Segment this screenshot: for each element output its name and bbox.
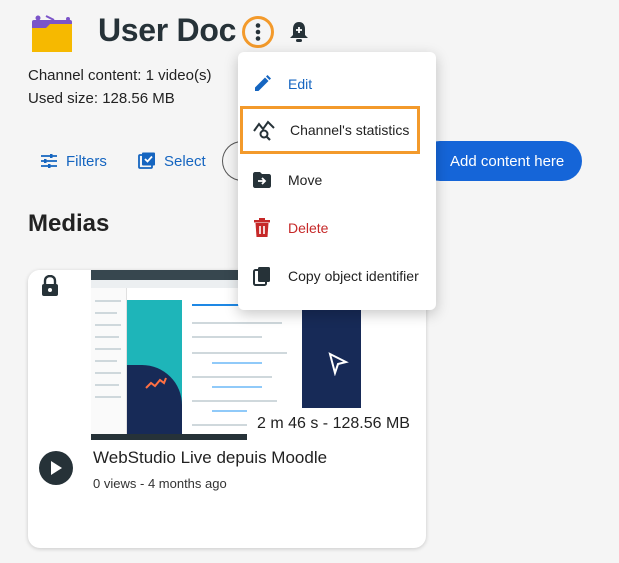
select-label: Select <box>164 152 206 170</box>
menu-item-label: Move <box>288 172 323 188</box>
notification-bell-button[interactable] <box>288 20 310 44</box>
menu-item-move[interactable]: Move <box>238 156 436 204</box>
select-check-icon <box>138 152 155 169</box>
menu-item-edit[interactable]: Edit <box>238 60 436 108</box>
add-content-label: Add content here <box>450 152 565 170</box>
decorative-zigzag-icon <box>145 377 167 389</box>
channel-content-count: Channel content: 1 video(s) <box>28 67 212 84</box>
folder-icon <box>28 14 76 54</box>
lock-icon <box>42 275 58 296</box>
media-title[interactable]: WebStudio Live depuis Moodle <box>93 448 327 468</box>
private-badge <box>28 270 72 302</box>
drive-file-move-icon <box>250 168 274 192</box>
trash-icon <box>250 216 274 240</box>
media-views: 0 views <box>93 476 137 491</box>
bell-plus-icon <box>290 22 308 42</box>
menu-item-label: Copy object identifier <box>288 268 419 284</box>
media-duration-size: 2 m 46 s - 128.56 MB <box>247 408 420 440</box>
select-button[interactable]: Select <box>138 146 206 176</box>
menu-item-label: Channel's statistics <box>290 122 410 138</box>
more-vert-icon <box>255 23 261 41</box>
menu-item-label: Delete <box>288 220 329 236</box>
media-separator: - <box>139 476 148 491</box>
more-options-button[interactable] <box>242 16 274 48</box>
menu-item-copy-identifier[interactable]: Copy object identifier <box>238 252 436 300</box>
pencil-icon <box>250 72 274 96</box>
channel-meta: Channel content: 1 video(s) Used size: 1… <box>28 64 211 110</box>
play-button[interactable] <box>39 451 73 485</box>
add-content-button[interactable]: Add content here <box>420 141 582 181</box>
filters-button[interactable]: Filters <box>40 146 107 176</box>
filters-label: Filters <box>66 152 107 170</box>
tune-icon <box>41 154 57 168</box>
page-title: User Doc <box>98 12 237 48</box>
menu-item-channel-statistics[interactable]: Channel's statistics <box>240 106 420 154</box>
copy-icon <box>250 264 274 288</box>
query-stats-icon <box>252 118 276 142</box>
media-stats: 0 views - 4 months ago <box>93 476 227 491</box>
menu-item-delete[interactable]: Delete <box>238 204 436 252</box>
channel-options-menu: Edit Channel's statistics Move Delete Co… <box>238 52 436 310</box>
decorative-arrow-icon <box>328 352 349 376</box>
menu-item-label: Edit <box>288 76 313 92</box>
media-card[interactable]: 2 m 46 s - 128.56 MB WebStudio Live depu… <box>28 270 426 548</box>
play-icon <box>51 461 62 475</box>
section-title-medias: Medias <box>28 210 110 237</box>
media-age: 4 months ago <box>147 476 227 491</box>
channel-used-size: Used size: 128.56 MB <box>28 90 175 107</box>
